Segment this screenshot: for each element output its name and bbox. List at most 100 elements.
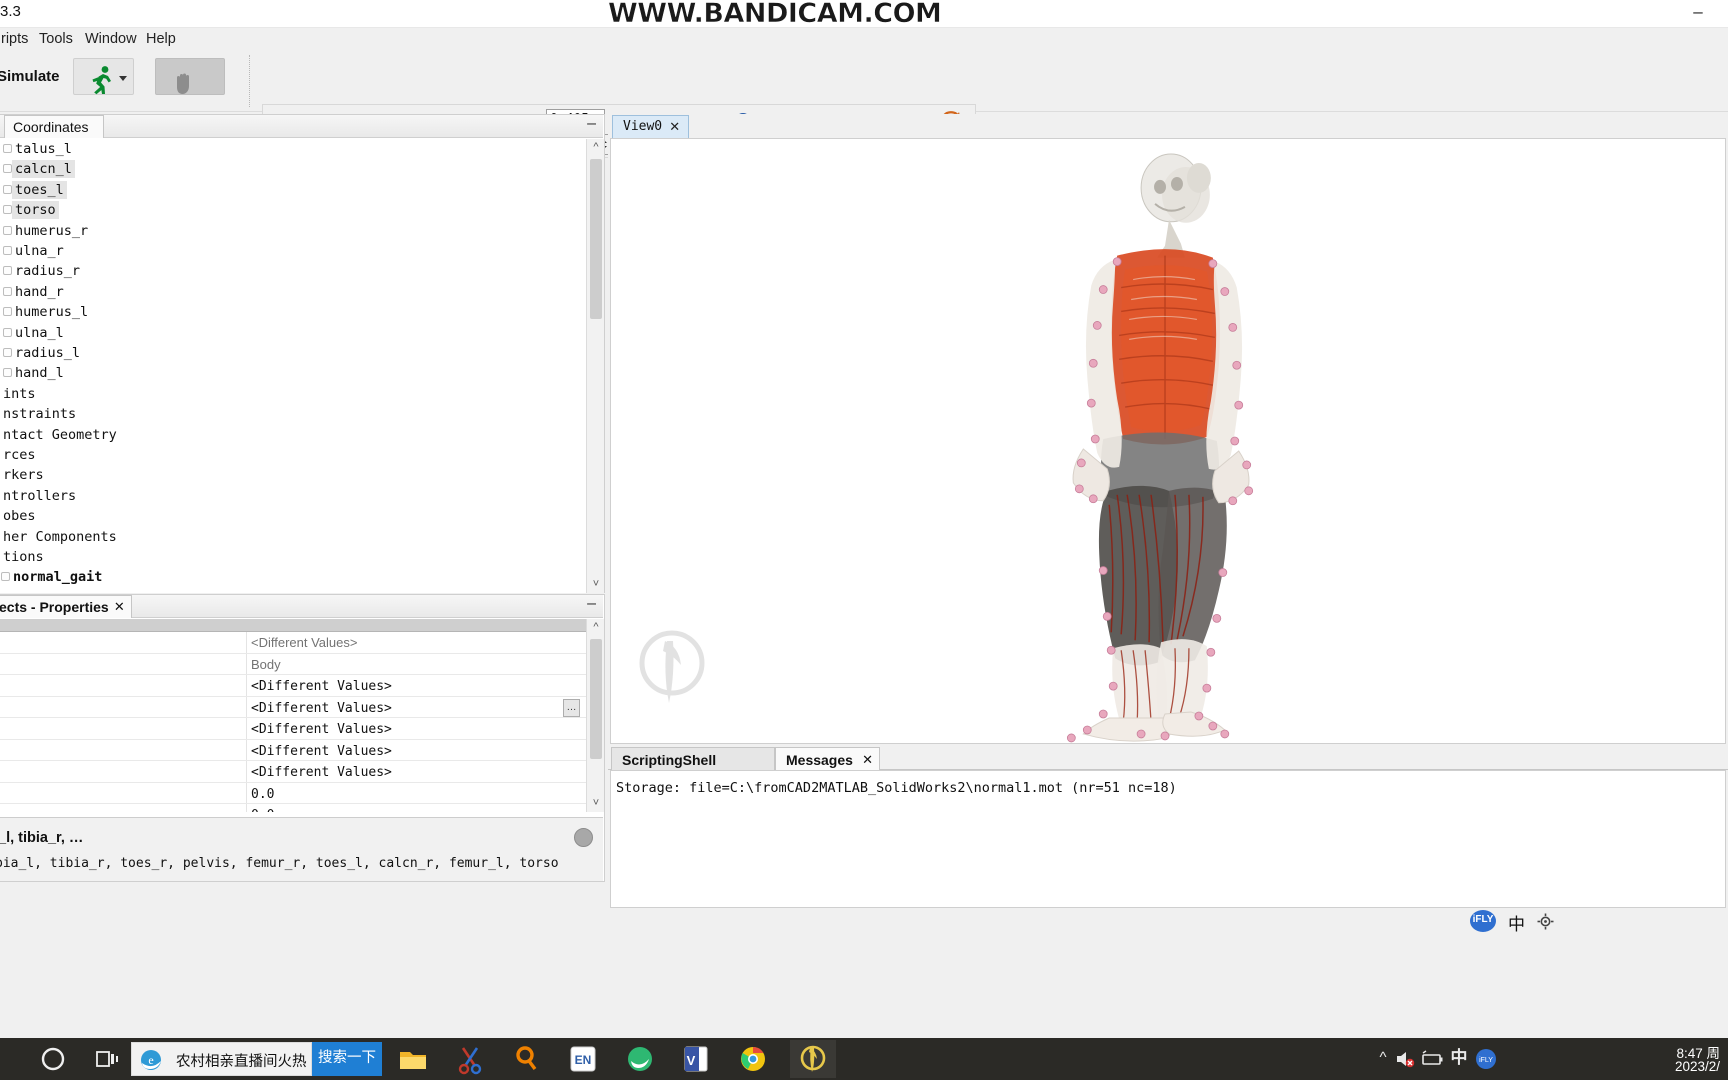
tree-node-icon[interactable] [1,572,10,582]
menu-item-window[interactable]: Window [80,30,142,48]
tree-node-icon[interactable] [3,164,12,174]
chevron-down-icon[interactable]: ˅ [587,576,605,593]
properties-grid[interactable]: <Different Values> Body <Different Values>… [0,632,586,812]
chrome-icon[interactable] [736,1042,770,1076]
opensim-taskbar-button[interactable] [790,1040,836,1078]
tree-item[interactable]: hand_l [3,363,67,383]
tree-node-icon[interactable] [3,286,12,296]
visio-icon[interactable]: V [679,1042,713,1076]
property-value-cell[interactable]: <Different Values> [248,632,586,653]
tab-coordinates[interactable]: Coordinates [4,115,104,138]
tree-item[interactable]: toes_l [3,180,67,200]
property-row[interactable]: <Different Values> [0,718,586,740]
tree-item[interactable]: ulna_r [3,241,67,261]
model-tree[interactable]: talus_l calcn_l toes_l torso humerus_r ulna_r… [0,139,586,593]
tree-item[interactable]: humerus_r [3,221,91,241]
snipping-tool-icon[interactable] [453,1042,487,1076]
property-value-cell[interactable]: <Different Values> [248,761,586,782]
tab-messages[interactable]: Messages ✕ [775,747,880,771]
properties-minimize-button[interactable]: – [587,596,596,612]
tree-item[interactable]: obes [0,506,39,526]
tree-node-icon[interactable] [3,246,12,255]
property-value-cell[interactable]: <Different Values>… [248,697,586,718]
close-icon[interactable]: ✕ [669,119,680,135]
tree-item[interactable]: torso [3,200,59,220]
tree-item[interactable]: rkers [0,465,47,485]
chevron-up-icon[interactable]: ^ [587,139,605,156]
navigator-scrollbar[interactable]: ^ ˅ [586,139,604,593]
tree-node-icon[interactable] [3,144,12,153]
tree-item[interactable]: calcn_l [3,159,75,179]
taskbar-clock-date[interactable]: 2023/2/ [1628,1059,1720,1074]
property-row[interactable]: Body [0,653,586,675]
property-value-cell[interactable]: <Different Values> [248,675,586,696]
tree-node-icon[interactable] [3,205,12,215]
chevron-down-icon[interactable]: ˅ [587,795,605,812]
model-3d-canvas[interactable] [610,138,1726,744]
tree-item[interactable]: talus_l [3,139,75,159]
menu-item-tools[interactable]: Tools [34,30,78,48]
search-magnifier-icon[interactable] [510,1042,544,1076]
tree-item[interactable]: tions [0,547,47,567]
iflytek-tray-icon[interactable]: iFLY [1474,1047,1498,1071]
run-simulation-button[interactable] [73,58,134,95]
menu-item-scripts[interactable]: ripts [0,30,33,48]
chevron-down-icon[interactable] [119,76,127,81]
cortana-circle-icon[interactable] [36,1042,70,1076]
tree-node-icon[interactable] [3,368,12,378]
tree-item[interactable]: nstraints [0,404,79,424]
navigator-scrollbar-thumb[interactable] [590,159,602,319]
tab-view0[interactable]: View0 ✕ [612,115,690,138]
menu-item-help[interactable]: Help [141,30,181,48]
properties-scrollbar[interactable]: ^ ˅ [586,619,604,812]
show-hidden-icons-chevron[interactable]: ^ [1372,1049,1394,1069]
tree-node-icon[interactable] [3,327,12,337]
window-minimize-button[interactable]: – [1678,2,1718,24]
tree-item[interactable]: rces [0,445,39,465]
settings-icon[interactable] [1536,912,1555,931]
volume-muted-icon[interactable] [1394,1049,1416,1069]
property-row[interactable]: <Different Values>… [0,696,586,718]
search-button[interactable]: 搜索一下 [312,1042,382,1076]
eudic-en-icon[interactable]: EN [566,1042,600,1076]
pan-hand-tool-button[interactable] [155,58,225,95]
chevron-up-icon[interactable]: ^ [587,619,605,636]
tree-item[interactable]: humerus_l [3,302,91,322]
tree-item[interactable]: radius_r [3,261,83,281]
property-value-cell[interactable]: <Different Values> [248,718,586,739]
help-icon[interactable] [574,828,593,847]
messages-output[interactable]: Storage: file=C:\fromCAD2MATLAB_SolidWor… [610,770,1726,908]
close-icon[interactable]: ✕ [862,752,873,768]
iflytek-ime-icon[interactable]: iFLY [1470,910,1496,932]
property-value-cell[interactable]: Body [248,654,586,675]
tree-item[interactable]: ntrollers [0,486,79,506]
ime-chinese-mode-label[interactable]: 中 [1508,910,1525,935]
property-row[interactable]: <Different Values> [0,675,586,697]
tree-item[interactable]: radius_l [3,343,83,363]
navigator-minimize-button[interactable]: – [587,116,596,132]
tab-scripting-shell-window[interactable]: ScriptingShell Window [611,747,775,784]
property-row[interactable]: 0.0 [0,804,586,812]
tab-objects-properties[interactable]: ects - Properties ✕ [0,595,132,618]
tree-item[interactable]: ints [0,384,39,404]
tree-item[interactable]: her Components [0,527,120,547]
task-view-icon[interactable] [90,1042,124,1076]
tree-node-icon[interactable] [3,266,12,276]
tree-item[interactable]: ulna_l [3,323,67,343]
property-row[interactable]: <Different Values> [0,761,586,783]
tree-node-icon[interactable] [3,225,12,235]
browser-360-icon[interactable] [623,1042,657,1076]
ime-chinese-icon[interactable]: 中 [1448,1049,1470,1069]
property-value-cell[interactable]: <Different Values> [248,740,586,761]
property-value-cell[interactable]: 0.0 [248,804,586,812]
tree-node-icon[interactable] [3,184,12,194]
properties-scrollbar-thumb[interactable] [590,639,602,759]
tree-item[interactable]: ntact Geometry [0,425,120,445]
battery-icon[interactable] [1420,1050,1444,1068]
property-row[interactable]: 0.0 [0,782,586,804]
property-browse-button[interactable]: … [563,698,580,717]
property-value-cell[interactable]: 0.0 [248,783,586,804]
property-row[interactable]: <Different Values> [0,739,586,761]
tree-node-icon[interactable] [3,307,12,317]
tree-node-icon[interactable] [3,348,12,357]
